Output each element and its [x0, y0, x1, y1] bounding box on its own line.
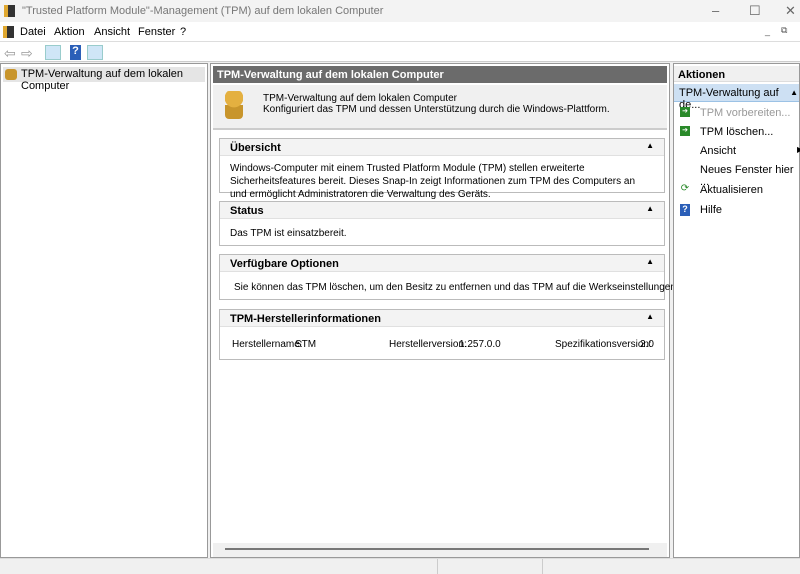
- mdi-restore-button[interactable]: ⧉: [781, 25, 787, 36]
- tree-item-label: TPM-Verwaltung auf dem lokalen Computer: [21, 68, 184, 92]
- help-icon: ?: [680, 204, 690, 216]
- section-status: Status ▲ Das TPM ist einsatzbereit.: [219, 201, 665, 246]
- refresh-icon: ⟳: [680, 183, 690, 194]
- mdi-minimize-button[interactable]: _: [765, 26, 770, 36]
- vendor-version-label: Herstellerversion:: [389, 339, 467, 350]
- minimize-button[interactable]: –: [712, 3, 719, 18]
- forward-arrow-icon[interactable]: ⇨: [21, 45, 37, 61]
- collapse-icon[interactable]: ▲: [646, 141, 654, 150]
- menu-aktion[interactable]: Aktion: [54, 26, 85, 38]
- intro-description: Konfiguriert das TPM und dessen Unterstü…: [263, 104, 610, 115]
- snapin-icon: [3, 26, 14, 38]
- spec-version-label: Spezifikationsversion:: [555, 339, 652, 350]
- section-title: TPM-Herstellerinformationen: [230, 313, 381, 325]
- action-prepare-tpm[interactable]: ➔ TPM vorbereiten...: [680, 104, 795, 123]
- section-header[interactable]: TPM-Herstellerinformationen ▲: [220, 310, 664, 327]
- scrollbar-thumb[interactable]: [225, 548, 649, 550]
- collapse-icon[interactable]: ▲: [646, 204, 654, 213]
- show-hide-tree-icon[interactable]: [45, 45, 61, 60]
- collapse-icon[interactable]: ▲: [646, 257, 654, 266]
- vendor-name-label: Herstellername:: [232, 339, 303, 350]
- section-overview: Übersicht ▲ Windows-Computer mit einem Tr…: [219, 138, 665, 200]
- section-options: Verfügbare Optionen ▲ Sie können das TPM …: [219, 254, 751, 300]
- section-header[interactable]: Übersicht ▲: [220, 139, 664, 156]
- close-button[interactable]: ✕: [785, 3, 796, 19]
- action-refresh[interactable]: ⟳ Aktualisieren: [680, 181, 795, 200]
- intro-title: TPM-Verwaltung auf dem lokalen Computer: [263, 93, 457, 104]
- action-clear-tpm[interactable]: ➔ TPM löschen...: [680, 123, 795, 142]
- pane-header: TPM-Verwaltung auf dem lokalen Computer: [213, 66, 667, 83]
- menu-bar: Datei Aktion Ansicht Fenster ? _ ⧉: [0, 22, 800, 41]
- action-label: TPM löschen...: [700, 126, 774, 138]
- horizontal-scrollbar[interactable]: [213, 543, 667, 557]
- action-new-window[interactable]: Neues Fenster hier ...: [680, 161, 795, 188]
- section-title: Verfügbare Optionen: [230, 258, 339, 270]
- maximize-button[interactable]: ☐: [749, 3, 761, 19]
- main-pane: TPM-Verwaltung auf dem lokalen Computer …: [210, 63, 751, 558]
- vendor-name: STM: [295, 339, 317, 350]
- show-hide-action-pane-icon[interactable]: [87, 45, 103, 60]
- actions-pane: Aktionen TPM-Verwaltung auf de... ▲ ➔ TPM …: [673, 63, 800, 558]
- tree-pane: TPM-Verwaltung auf dem lokalen Computer: [0, 63, 208, 558]
- status-divider: [437, 559, 438, 574]
- menu-fenster[interactable]: Fenster: [138, 26, 175, 38]
- section-vendor: TPM-Herstellerinformationen ▲ Herstellern…: [219, 309, 665, 360]
- section-title: Status: [230, 205, 264, 217]
- vendor-version: 1.257.0.0: [459, 339, 501, 350]
- menu-ansicht[interactable]: Ansicht: [94, 26, 130, 38]
- actions-header: Aktionen: [674, 66, 799, 82]
- status-text: Das TPM ist einsatzbereit.: [230, 228, 347, 239]
- menu-help[interactable]: ?: [180, 26, 186, 38]
- help-icon[interactable]: ?: [70, 45, 81, 60]
- section-header[interactable]: Status ▲: [220, 202, 664, 219]
- action-label: TPM vorbereiten...: [700, 107, 791, 119]
- toolbar: ⇦ ⇨ ?: [0, 41, 800, 62]
- tpm-key-icon: [225, 91, 243, 119]
- key-chip-icon: [5, 69, 17, 80]
- tpm-app-icon: [4, 5, 15, 17]
- action-view[interactable]: Ansicht▶: [680, 142, 800, 161]
- menu-datei[interactable]: Datei: [20, 26, 46, 38]
- action-label: Ansicht: [700, 145, 737, 157]
- tree-item-tpm[interactable]: TPM-Verwaltung auf dem lokalen Computer: [3, 67, 205, 92]
- back-arrow-icon[interactable]: ⇦: [4, 45, 20, 61]
- section-body: Windows-Computer mit einem Trusted Platf…: [230, 163, 636, 200]
- section-title: Übersicht: [230, 142, 281, 154]
- action-label: Hilfe: [700, 204, 723, 216]
- actions-group-header[interactable]: TPM-Verwaltung auf de... ▲: [674, 84, 799, 111]
- collapse-icon[interactable]: ▲: [646, 312, 654, 321]
- status-divider: [542, 559, 543, 574]
- collapse-icon[interactable]: ▲: [790, 88, 798, 97]
- section-body: Sie können das TPM löschen, um den Besit…: [234, 282, 751, 293]
- action-label: Aktualisieren: [700, 184, 763, 196]
- window-title: "Trusted Platform Module"-Management (TP…: [22, 5, 384, 17]
- green-arrow-icon: ➔: [680, 107, 690, 117]
- section-header[interactable]: Verfügbare Optionen ▲: [220, 255, 664, 272]
- intro-panel: TPM-Verwaltung auf dem lokalen Computer …: [213, 85, 667, 130]
- title-bar: "Trusted Platform Module"-Management (TP…: [0, 0, 800, 22]
- status-bar: [0, 558, 800, 574]
- spec-version: 2.0: [640, 339, 654, 350]
- green-arrow-icon: ➔: [680, 126, 690, 136]
- action-help[interactable]: ? Hilfe: [680, 201, 795, 220]
